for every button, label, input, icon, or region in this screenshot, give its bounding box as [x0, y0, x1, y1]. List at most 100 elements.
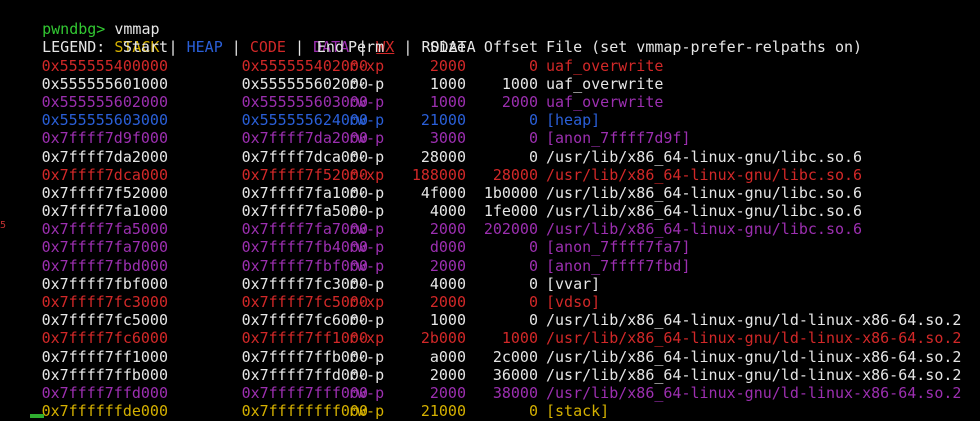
- header-end: End: [316, 38, 344, 57]
- cell-start: 0x7ffff7f52000: [41, 183, 168, 202]
- cell-start: 0x7ffff7dca000: [41, 165, 168, 184]
- table-row: 0x7ffff7fa7000 0x7ffff7fb4000 rw-p d000 0 [an…: [6, 238, 980, 256]
- table-row: 0x7ffff7ffb000 0x7ffff7ffd000 r--p 2000 3600…: [6, 366, 980, 384]
- cell-start: 0x7ffff7fbf000: [41, 274, 168, 293]
- cell-start: 0x7ffff7fa5000: [41, 220, 168, 239]
- cell-end: 0x7ffff7ff1000: [241, 329, 368, 348]
- cell-end: 0x555555624000: [241, 111, 368, 130]
- cell-file: [anon_7ffff7fbd]: [546, 256, 691, 275]
- cell-file: /usr/lib/x86_64-linux-gnu/libc.so.6: [546, 165, 863, 184]
- cell-end: 0x7ffff7ffb000: [241, 347, 368, 366]
- cell-size: 28000: [420, 147, 466, 166]
- cell-size: 21000: [420, 111, 466, 130]
- cell-size: 2000: [429, 383, 466, 402]
- table-row: 0x7ffff7da2000 0x7ffff7dca000 r--p 28000 0/u…: [6, 148, 980, 166]
- cell-size: 1000: [429, 311, 466, 330]
- cell-offset: 0: [528, 274, 538, 293]
- cell-file: [anon_7ffff7fa7]: [546, 238, 691, 257]
- cell-offset: 28000: [492, 165, 538, 184]
- table-row: 0x555555602000 0x555555603000 rw-p 1000 2000…: [6, 93, 980, 111]
- cell-start: 0x7ffff7fc3000: [41, 293, 168, 311]
- cell-file: /usr/lib/x86_64-linux-gnu/libc.so.6: [546, 202, 863, 221]
- cell-size: 2000: [429, 256, 466, 275]
- cell-size: 2000: [429, 56, 466, 75]
- cell-start: 0x7ffff7d9f000: [41, 129, 168, 148]
- cell-file: [anon_7ffff7d9f]: [546, 129, 691, 148]
- cell-offset: 0: [528, 311, 538, 330]
- cell-size: a000: [429, 347, 466, 366]
- cell-file: /usr/lib/x86_64-linux-gnu/libc.so.6: [546, 147, 863, 166]
- cell-offset: 2000: [501, 92, 538, 111]
- cell-file: /usr/lib/x86_64-linux-gnu/libc.so.6: [546, 220, 863, 239]
- header-offset: Offset: [483, 38, 538, 57]
- cell-start: 0x7ffff7ff1000: [41, 347, 168, 366]
- cell-end: 0x7ffff7fff000: [241, 383, 368, 402]
- cell-offset: 2c000: [492, 347, 538, 366]
- cell-offset: 1fe000: [483, 202, 538, 221]
- cell-end: 0x7ffff7fa1000: [241, 183, 368, 202]
- cell-end: 0x555555602000: [241, 74, 368, 93]
- cell-end: 0x7ffff7fa5000: [241, 202, 368, 221]
- cell-offset: 0: [528, 256, 538, 275]
- cursor-block: [30, 414, 44, 418]
- cell-start: 0x7ffff7fa1000: [41, 202, 168, 221]
- cell-offset: 38000: [492, 383, 538, 402]
- cell-file: /usr/lib/x86_64-linux-gnu/ld-linux-x86-6…: [546, 383, 962, 402]
- cell-size: 4000: [429, 202, 466, 221]
- cell-start: 0x7ffff7fa7000: [41, 238, 168, 257]
- cell-start: 0x7ffff7da2000: [41, 147, 168, 166]
- cell-end: 0x7ffff7fc3000: [241, 274, 368, 293]
- table-row: 0x7ffff7d9f000 0x7ffff7da2000 rw-p 3000 0 [an…: [6, 129, 980, 147]
- table-row: 0x7ffff7fc5000 0x7ffff7fc6000 r--p 1000 0/us…: [6, 311, 980, 329]
- cell-end: 0x7ffff7fa7000: [241, 220, 368, 239]
- cell-file: uaf_overwrite: [546, 92, 664, 111]
- cell-offset: 1000: [501, 329, 538, 348]
- cell-size: 1000: [429, 74, 466, 93]
- table-row: 0x7ffff7fa1000 0x7ffff7fa5000 r--p 4000 1fe0…: [6, 202, 980, 220]
- cell-file: /usr/lib/x86_64-linux-gnu/ld-linux-x86-6…: [546, 329, 962, 348]
- table-row: 0x7ffff7fc3000 0x7ffff7fc5000 r-xp 2000 0 [vd…: [6, 293, 980, 311]
- cell-size: 4000: [429, 274, 466, 293]
- cell-offset: 0: [528, 129, 538, 148]
- table-row: 0x7ffffffde000 0x7ffffffff000 rw-p 21000 0 [s…: [6, 402, 980, 420]
- cell-start: 0x7ffff7fbd000: [41, 256, 168, 275]
- cell-offset: 36000: [492, 365, 538, 384]
- table-header: Start End Perm Size Offset File (set vmm…: [6, 38, 980, 56]
- cell-end: 0x7ffff7f52000: [241, 165, 368, 184]
- header-start: Start: [122, 38, 168, 57]
- cell-size: 3000: [429, 129, 466, 148]
- table-row: 0x555555603000 0x555555624000 rw-p 21000 0 [h…: [6, 111, 980, 129]
- cell-start: 0x555555400000: [41, 56, 168, 75]
- cell-file: /usr/lib/x86_64-linux-gnu/ld-linux-x86-6…: [546, 311, 962, 330]
- cell-size: 4f000: [420, 183, 466, 202]
- cell-size: 21000: [420, 402, 466, 421]
- cell-size: 2000: [429, 365, 466, 384]
- cell-file: /usr/lib/x86_64-linux-gnu/ld-linux-x86-6…: [546, 347, 962, 366]
- cell-end: 0x7ffff7fbf000: [241, 256, 368, 275]
- cell-offset: 202000: [483, 220, 538, 239]
- cell-size: 2000: [429, 220, 466, 239]
- cell-offset: 0: [528, 147, 538, 166]
- cell-start: 0x555555601000: [41, 74, 168, 93]
- window-edge-marker: 5: [0, 220, 7, 231]
- cell-end: 0x7ffff7ffd000: [241, 365, 368, 384]
- cell-file: [vvar]: [546, 274, 601, 293]
- cell-file: /usr/lib/x86_64-linux-gnu/ld-linux-x86-6…: [546, 365, 962, 384]
- cell-end: 0x7ffffffff000: [241, 402, 368, 421]
- header-file: File (set vmmap-prefer-relpaths on): [546, 38, 863, 57]
- table-row: 0x7ffff7ffd000 0x7ffff7fff000 rw-p 2000 3800…: [6, 384, 980, 402]
- vmmap-table: 0x555555400000 0x555555402000 r-xp 2000 0 uaf…: [6, 57, 980, 421]
- cell-end: 0x555555603000: [241, 92, 368, 111]
- table-row: 0x555555400000 0x555555402000 r-xp 2000 0 uaf…: [6, 57, 980, 75]
- cell-size: 2000: [429, 293, 466, 311]
- cell-offset: 0: [528, 293, 538, 311]
- cell-size: 2b000: [420, 329, 466, 348]
- legend-line: LEGEND: STACK | HEAP | CODE | DATA | WX …: [6, 20, 980, 56]
- table-row: 0x7ffff7fc6000 0x7ffff7ff1000 r-xp 2b000 100…: [6, 329, 980, 347]
- cell-start: 0x7ffff7fc6000: [41, 329, 168, 348]
- cell-start: 0x7ffff7ffb000: [41, 365, 168, 384]
- cell-start: 0x555555603000: [41, 111, 168, 130]
- table-row: 0x7ffff7f52000 0x7ffff7fa1000 r--p 4f000 1b0…: [6, 184, 980, 202]
- cell-file: [heap]: [546, 111, 601, 130]
- terminal-window[interactable]: pwndbg> vmmap LEGEND: STACK | HEAP | COD…: [6, 2, 980, 421]
